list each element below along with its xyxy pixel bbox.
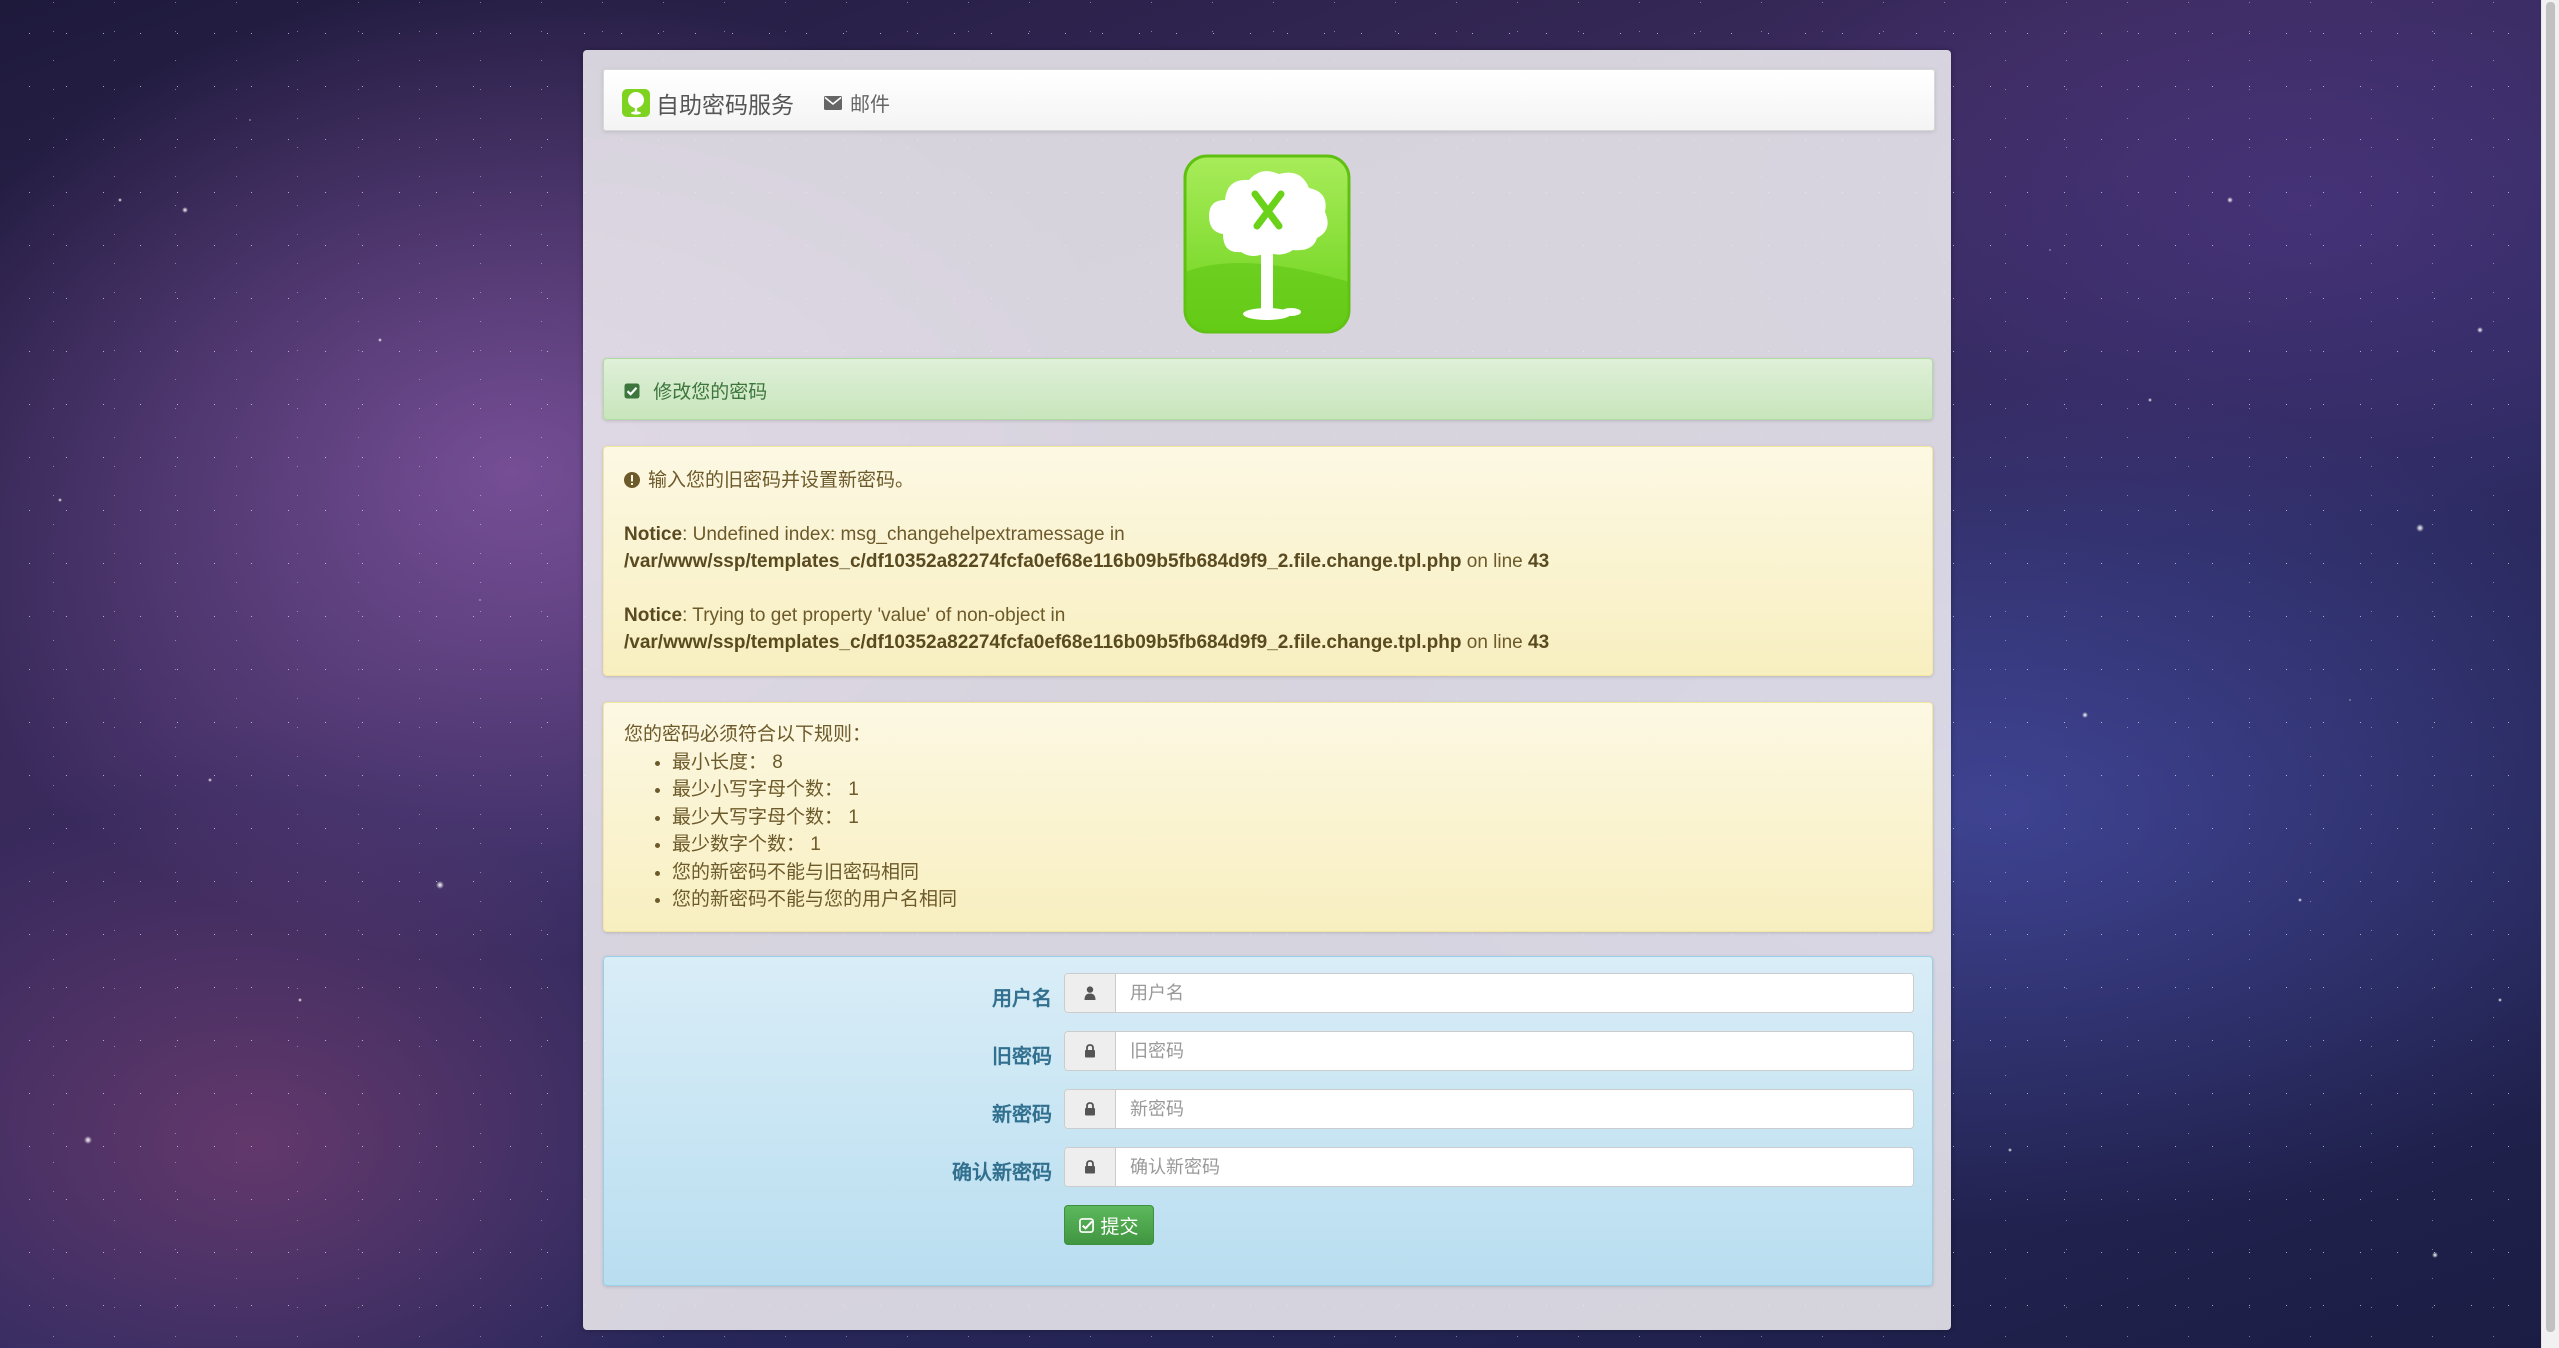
notice-message: : Undefined index: msg_changehelpextrame…	[682, 524, 1125, 545]
new-password-input-group	[1064, 1089, 1914, 1129]
notice-2: Notice: Trying to get property 'value' o…	[624, 602, 1912, 656]
rule-item: 最少数字个数： 1	[672, 831, 1912, 859]
check-square-icon	[1079, 1217, 1095, 1233]
confirm-password-row: 确认新密码	[604, 1147, 1932, 1187]
submit-button[interactable]: 提交	[1064, 1205, 1154, 1245]
brand-link[interactable]: 自助密码服务	[622, 86, 794, 120]
old-password-row: 旧密码	[604, 1031, 1932, 1071]
warning-intro: 输入您的旧密码并设置新密码。	[648, 470, 915, 491]
main-container: 自助密码服务 邮件 修改您的密码 输入您的旧密码并设置新密码。 Notice: …	[583, 50, 1951, 1330]
username-label: 用户名	[992, 988, 1052, 1010]
username-row: 用户名	[604, 973, 1932, 1013]
lock-icon	[1065, 1032, 1116, 1070]
exclamation-circle-icon	[624, 472, 640, 488]
confirm-password-label: 确认新密码	[952, 1162, 1052, 1184]
brand-label: 自助密码服务	[656, 92, 794, 118]
username-input[interactable]	[1116, 974, 1913, 1012]
old-password-input-group	[1064, 1031, 1914, 1071]
username-input-group	[1064, 973, 1914, 1013]
tree-logo-icon	[1183, 154, 1351, 334]
notice-line-number: 43	[1528, 632, 1550, 653]
nav-mail-label: 邮件	[850, 94, 890, 116]
notice-label: Notice	[624, 605, 683, 626]
vertical-scrollbar[interactable]	[2541, 0, 2559, 1348]
notice-line-number: 43	[1528, 551, 1550, 572]
lock-icon	[1065, 1090, 1116, 1128]
success-alert-text: 修改您的密码	[653, 382, 768, 403]
notice-on-line: on line	[1461, 632, 1529, 653]
rule-item: 您的新密码不能与您的用户名相同	[672, 886, 1912, 914]
rules-list: 最小长度： 8 最少小写字母个数： 1 最少大写字母个数： 1 最少数字个数： …	[624, 749, 1912, 914]
check-square-icon	[624, 383, 640, 398]
notice-1: Notice: Undefined index: msg_changehelpe…	[624, 521, 1912, 575]
confirm-password-input[interactable]	[1116, 1148, 1913, 1186]
submit-label: 提交	[1100, 1216, 1139, 1238]
new-password-row: 新密码	[604, 1089, 1932, 1129]
nav-mail-link[interactable]: 邮件	[824, 88, 890, 117]
notice-label: Notice	[624, 524, 683, 545]
password-rules-alert: 您的密码必须符合以下规则： 最小长度： 8 最少小写字母个数： 1 最少大写字母…	[603, 702, 1933, 932]
notice-on-line: on line	[1461, 551, 1529, 572]
user-icon	[1065, 974, 1116, 1012]
tree-logo-icon	[622, 89, 650, 117]
new-password-input[interactable]	[1116, 1090, 1913, 1128]
rule-item: 最少大写字母个数： 1	[672, 804, 1912, 832]
success-alert: 修改您的密码	[603, 358, 1933, 420]
notice-message: : Trying to get property 'value' of non-…	[682, 605, 1066, 626]
notice-path: /var/www/ssp/templates_c/df10352a82274fc…	[624, 632, 1462, 653]
scrollbar-thumb[interactable]	[2546, 2, 2555, 1332]
rule-item: 最小长度： 8	[672, 749, 1912, 777]
old-password-label: 旧密码	[992, 1046, 1052, 1068]
notice-path: /var/www/ssp/templates_c/df10352a82274fc…	[624, 551, 1462, 572]
navbar: 自助密码服务 邮件	[603, 69, 1935, 131]
envelope-icon	[824, 95, 842, 110]
rules-heading: 您的密码必须符合以下规则：	[624, 724, 872, 745]
lock-icon	[1065, 1148, 1116, 1186]
new-password-label: 新密码	[992, 1104, 1052, 1126]
rule-item: 最少小写字母个数： 1	[672, 776, 1912, 804]
change-password-form: 用户名 旧密码	[603, 956, 1933, 1286]
warning-alert: 输入您的旧密码并设置新密码。 Notice: Undefined index: …	[603, 446, 1933, 676]
confirm-password-input-group	[1064, 1147, 1914, 1187]
rule-item: 您的新密码不能与旧密码相同	[672, 859, 1912, 887]
old-password-input[interactable]	[1116, 1032, 1913, 1070]
